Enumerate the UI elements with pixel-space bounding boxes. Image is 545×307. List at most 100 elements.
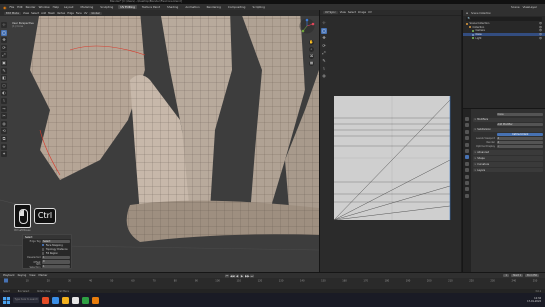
tab-data-icon[interactable] [465,180,469,185]
nav-button-icon[interactable]: ⌘ [309,54,314,59]
visibility-eye-icon[interactable]: 👁 [539,22,542,25]
properties-panel-header[interactable]: ▾ Shape [473,156,543,161]
taskbar-app-icon[interactable] [52,296,59,304]
workspace-tab-texture-paint[interactable]: Texture Paint [140,5,162,9]
timeline[interactable]: Playback Keying View Marker ⏮ ◀◀ ◀ ▶ ▶▶ ⏭ 1 Star… [0,272,545,289]
navigation-gizmo[interactable] [299,18,315,34]
property-field[interactable]: 2 [496,141,543,145]
tool-icon[interactable]: ▢ [1,29,7,36]
mode-selector[interactable]: Edit Mode [4,11,21,15]
taskbar-app-icon[interactable] [62,296,69,304]
uv-menu-view[interactable]: View [340,11,346,14]
menu-render[interactable]: Render [26,5,36,9]
tool-icon[interactable]: ⟳ [1,44,7,51]
transform-orientation-selector[interactable]: Global [89,11,102,15]
viewport-menu-add[interactable]: Add [41,12,46,15]
visibility-eye-icon[interactable]: 👁 [539,29,542,32]
workspace-tab-compositing[interactable]: Compositing [226,5,248,9]
menu-file[interactable]: File [10,5,15,9]
tab-material-icon[interactable] [465,187,469,192]
nav-button-icon[interactable]: ⌕ [309,47,314,52]
workspace-tab-sculpting[interactable]: Sculpting [98,5,115,9]
operator-field[interactable]: 0 [42,260,70,264]
uv-menu-uv[interactable]: UV [368,11,372,14]
taskbar-app-icon[interactable] [42,296,49,304]
workspace-tab-uv-editing[interactable]: UV Editing [118,5,137,9]
menu-help[interactable]: Help [53,5,59,9]
taskbar-app-icon[interactable] [82,296,89,304]
workspace-tab-shading[interactable]: Shading [165,5,180,9]
visibility-eye-icon[interactable]: 👁 [539,37,542,40]
tool-icon[interactable]: ⤳ [1,105,7,112]
last-operator-panel[interactable]: Select Edge Tag Select Face Stepping Topolo… [22,234,72,269]
uv-sync-toggle[interactable]: UV Sync [323,11,338,14]
tool-icon[interactable]: ▣ [1,59,7,66]
playhead[interactable] [4,278,8,283]
windows-start-icon[interactable] [3,296,10,304]
tab-modifier-icon[interactable] [465,155,469,160]
tab-world-icon[interactable] [465,142,469,147]
tool-icon[interactable]: ✎ [1,67,7,74]
tool-icon[interactable]: ✥ [1,37,7,44]
tab-scene-icon[interactable] [465,136,469,141]
tool-icon[interactable]: ⟲ [1,128,7,135]
workspace-tab-animation[interactable]: Animation [183,5,201,9]
timeline-menu-marker[interactable]: Marker [38,274,47,277]
tool-icon[interactable]: ⬡ [1,82,7,89]
workspace-tab-rendering[interactable]: Rendering [205,5,223,9]
operator-checkbox[interactable] [42,252,45,255]
taskbar-app-icon[interactable] [72,296,79,304]
operator-checkbox[interactable] [42,244,45,247]
playback-button-icon[interactable]: ▶▶ [245,273,250,278]
property-field[interactable]: Add Modifier [496,122,543,126]
workspace-tab-scripting[interactable]: Scripting [250,5,266,9]
tool-icon[interactable]: ⌇ [1,97,7,104]
operator-field[interactable]: 1 [42,256,70,260]
visibility-eye-icon[interactable]: 👁 [539,26,542,29]
tool-icon[interactable]: ⤢ [1,52,7,59]
start-frame-field[interactable]: Start 1 [511,273,524,277]
outliner-row[interactable]: Light 👁 [463,36,545,40]
playback-button-icon[interactable]: ◀ [235,273,239,278]
viewport-menu-select[interactable]: Select [31,12,39,15]
tool-icon[interactable]: ⟡ [1,143,7,150]
nav-button-icon[interactable]: ✋ [309,40,314,45]
properties-editor[interactable]: Cone ▾ Modifiers Add Modifier ▾ Subdivision Ca… [462,108,545,272]
uv-canvas[interactable] [320,16,461,268]
menu-window[interactable]: Window [39,5,50,9]
timeline-menu-keying[interactable]: Keying [18,274,27,277]
tab-render-icon[interactable] [465,123,469,128]
properties-panel-header[interactable]: ▾ Layers [473,168,543,173]
tool-icon[interactable]: ◐ [1,90,7,97]
tab-object-icon[interactable] [465,148,469,153]
tool-icon[interactable]: ⧉ [1,135,7,142]
menu-edit[interactable]: Edit [17,5,22,9]
tab-texture-icon[interactable] [465,193,469,198]
properties-panel-header[interactable]: ▾ Curvature [473,162,543,167]
tool-icon[interactable]: ◧ [1,75,7,82]
current-frame-field[interactable]: 1 [503,273,509,277]
uv-menu-select[interactable]: Select [348,11,356,14]
playback-button-icon[interactable]: ⏮ [225,273,229,278]
viewport-menu-edge[interactable]: Edge [67,12,74,15]
tab-particles-icon[interactable] [465,161,469,166]
playback-button-icon[interactable]: ▶ [240,273,244,278]
playback-button-icon[interactable]: ⏭ [250,273,254,278]
operator-field[interactable]: 1 [42,264,70,268]
tool-icon[interactable]: ⊹ [1,22,7,28]
view-layer-selector[interactable]: ViewLayer [523,5,537,9]
workspace-tab-modeling[interactable]: Modeling [79,5,96,9]
uv-menu-image[interactable]: Image [358,11,366,14]
tab-physics-icon[interactable] [465,168,469,173]
viewport-menu-mesh[interactable]: Mesh [48,12,55,15]
property-field[interactable]: 2 [496,136,543,141]
tool-icon[interactable]: ◍ [1,120,7,127]
property-field[interactable]: ✓ [496,145,543,149]
blender-logo-icon[interactable]: ◉ [3,5,7,10]
operator-checkbox[interactable] [42,248,45,251]
timeline-menu-playback[interactable]: Playback [3,274,15,277]
tab-constraints-icon[interactable] [465,174,469,179]
outliner[interactable]: ☰ Scene Collection 🔍 Scene Collection 👁 Co… [462,10,545,108]
operator-field[interactable]: Select [42,239,70,243]
property-field[interactable]: Catmull-Clark [496,132,543,136]
